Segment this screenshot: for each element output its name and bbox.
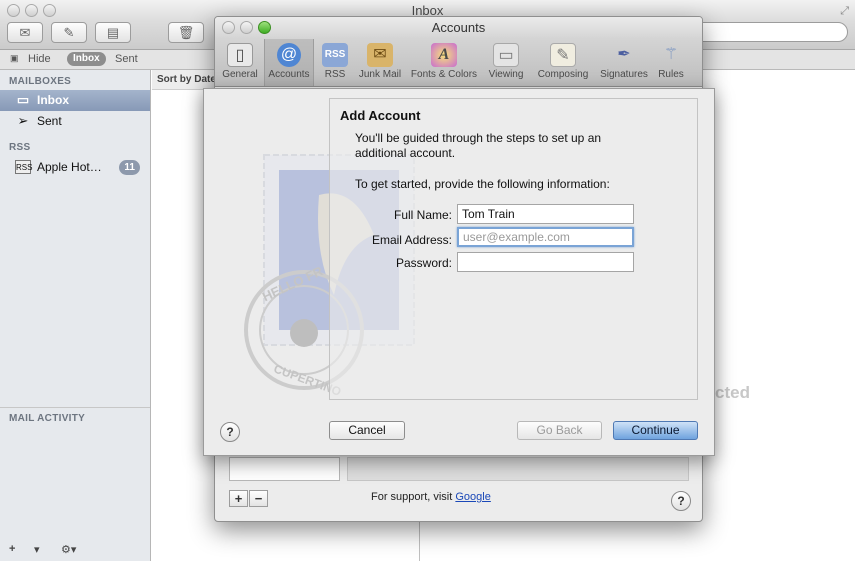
delete-button[interactable]: 🗑 <box>168 22 204 43</box>
tab-viewing[interactable]: ▭ Viewing <box>485 39 527 86</box>
prefs-toolbar: ▯ General @ Accounts RSS RSS ✉ Junk Mail… <box>215 39 702 87</box>
get-mail-button[interactable]: ✉ <box>7 22 43 43</box>
switch-icon: ▯ <box>227 43 253 67</box>
full-name-field[interactable] <box>457 204 634 224</box>
remove-account-button[interactable]: − <box>249 490 268 507</box>
sheet-intro-text: You'll be guided through the steps to se… <box>355 131 602 160</box>
mailbox-sidebar: MAILBOXES ▭ Inbox ➢ Sent RSS RSS Apple H… <box>0 70 151 561</box>
tab-rules[interactable]: ⚚ Rules <box>654 39 688 86</box>
tab-label: Composing <box>537 69 589 80</box>
mailboxes-header: MAILBOXES <box>9 76 72 87</box>
password-label: Password: <box>395 256 452 270</box>
sidebar-item-inbox[interactable]: ▭ Inbox <box>0 90 150 111</box>
rss-icon: RSS <box>15 160 32 174</box>
zoom-window-button[interactable] <box>43 4 56 17</box>
eye-icon: ▣ <box>10 53 19 63</box>
tab-label: Signatures <box>600 69 648 80</box>
at-sign-icon: @ <box>277 43 301 67</box>
sheet-instruction-text: To get started, provide the following in… <box>355 177 610 191</box>
support-text: For support, visit Google <box>371 491 491 503</box>
email-address-field[interactable] <box>457 227 634 247</box>
full-name-label: Full Name: <box>393 208 452 222</box>
sidebar-divider <box>0 407 150 408</box>
sort-by-header[interactable]: Sort by Date <box>152 70 222 90</box>
prefs-window-title: Accounts <box>431 20 486 35</box>
tab-label: Junk Mail <box>358 69 402 80</box>
tab-label: Fonts & Colors <box>410 69 478 80</box>
accounts-list[interactable] <box>229 457 340 481</box>
tab-signatures[interactable]: ✒ Signatures <box>597 39 651 86</box>
minimize-window-button[interactable] <box>25 4 38 17</box>
prefs-zoom-button[interactable] <box>258 21 271 34</box>
mail-activity-header: MAIL ACTIVITY <box>9 413 86 424</box>
sidebar-item-label: Sent <box>37 114 62 128</box>
sidebar-item-apple-hot-news[interactable]: RSS Apple Hot… 11 <box>0 157 150 178</box>
tab-label: RSS <box>324 69 346 80</box>
compose-icon: ✎ <box>63 25 75 40</box>
rss-header: RSS <box>9 142 31 153</box>
junk-mail-icon: ✉ <box>367 43 393 67</box>
prefs-help-button[interactable]: ? <box>671 491 691 511</box>
password-field[interactable] <box>457 252 634 272</box>
tab-general[interactable]: ▯ General <box>220 39 260 86</box>
support-label: For support, visit <box>371 491 453 503</box>
tab-rss[interactable]: RSS RSS <box>318 39 352 86</box>
sheet-help-button[interactable]: ? <box>220 422 240 442</box>
note-icon: ▤ <box>106 25 120 40</box>
sidebar-item-label: Apple Hot… <box>37 160 102 174</box>
sidebar-item-sent[interactable]: ➢ Sent <box>0 111 150 132</box>
sidebar-item-label: Inbox <box>37 93 69 107</box>
gear-icon[interactable]: ⚙▾ <box>61 543 76 556</box>
paper-plane-icon: ➢ <box>17 113 29 128</box>
sheet-title: Add Account <box>340 108 421 123</box>
fullscreen-icon[interactable]: ⤢ <box>840 0 849 22</box>
favorites-sent-button[interactable]: Sent <box>115 53 138 65</box>
add-account-sheet: HELLO FR CUPERTINO Add Account You'll be… <box>203 88 715 456</box>
support-link[interactable]: Google <box>455 491 490 503</box>
compose-button[interactable]: ✎ <box>51 22 87 43</box>
rss-icon: RSS <box>322 43 348 67</box>
trash-icon: 🗑 <box>177 25 195 40</box>
tab-label: Rules <box>658 69 684 80</box>
sidebar-bottom-bar: + ▾ ⚙▾ <box>0 543 150 561</box>
tab-junk-mail[interactable]: ✉ Junk Mail <box>355 39 405 86</box>
add-mailbox-button[interactable]: + <box>9 543 15 555</box>
prefs-minimize-button[interactable] <box>240 21 253 34</box>
email-address-label: Email Address: <box>371 233 452 247</box>
fonts-colors-icon: A <box>431 43 457 67</box>
hide-button[interactable]: Hide <box>28 53 51 65</box>
search-input[interactable] <box>690 22 848 42</box>
rules-icon: ⚚ <box>663 46 679 63</box>
tab-composing[interactable]: ✎ Composing <box>532 39 594 86</box>
account-details-panel <box>347 457 689 481</box>
close-window-button[interactable] <box>7 4 20 17</box>
continue-button[interactable]: Continue <box>613 421 698 440</box>
tab-accounts[interactable]: @ Accounts <box>264 39 314 86</box>
note-button[interactable]: ▤ <box>95 22 131 43</box>
prefs-titlebar: Accounts <box>215 17 702 39</box>
composing-icon: ✎ <box>550 43 576 67</box>
prefs-close-button[interactable] <box>222 21 235 34</box>
cancel-button[interactable]: Cancel <box>329 421 405 440</box>
inbox-icon: ▭ <box>16 92 30 107</box>
tab-label: Viewing <box>488 69 524 80</box>
tab-label: Accounts <box>268 69 310 80</box>
unread-count-badge: 11 <box>119 160 140 175</box>
add-account-button[interactable]: + <box>229 490 248 507</box>
signature-icon: ✒ <box>617 46 631 63</box>
favorites-inbox-button[interactable]: Inbox <box>67 52 106 66</box>
no-message-selected-text: cted <box>715 383 750 402</box>
tab-fonts-colors[interactable]: A Fonts & Colors <box>408 39 480 86</box>
envelope-icon: ✉ <box>19 25 31 40</box>
go-back-button[interactable]: Go Back <box>517 421 602 440</box>
viewing-icon: ▭ <box>493 43 519 67</box>
show-hide-activity-button[interactable]: ▾ <box>34 543 40 556</box>
tab-label: General <box>222 69 258 80</box>
